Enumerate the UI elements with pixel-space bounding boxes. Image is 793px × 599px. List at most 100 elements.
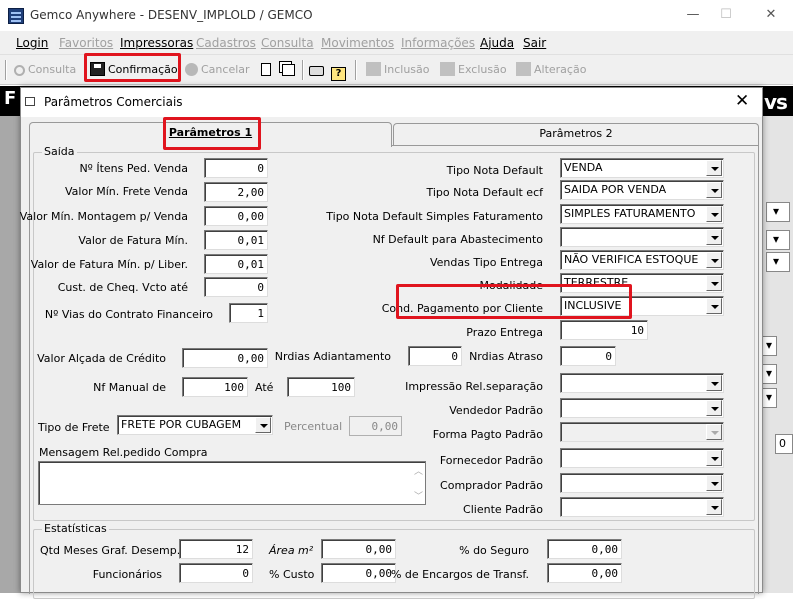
cond-pagamento-select[interactable]: INCLUSIVE [560,296,724,316]
funcionarios-input[interactable]: 0 [179,563,253,583]
ate-label: Até [255,381,274,394]
copy-button[interactable] [282,58,298,82]
modalidade-value: TERRESTRE [564,276,629,289]
save-icon [90,62,105,76]
comprador-padrao-select[interactable] [560,473,724,493]
vendas-tipo-entrega-select[interactable]: NÃO VERIFICA ESTOQUE [560,250,724,270]
tab-parametros-1[interactable]: Parâmetros 1 [29,122,392,147]
nrdias-adiantamento-input[interactable]: 0 [408,346,462,366]
background-field[interactable]: 0 [775,434,793,454]
chevron-down-icon [706,375,722,391]
valor-fatura-min-input[interactable]: 0,01 [204,230,268,250]
background-dropdown[interactable] [766,252,790,272]
impressao-rel-separacao-select[interactable] [560,373,724,393]
toolbar-separator [302,60,304,80]
dialog-close-icon[interactable]: ✕ [735,91,749,111]
maximize-button[interactable]: ☐ [711,4,741,26]
scroll-down-icon[interactable]: ﹀ [414,489,423,502]
percentual-input[interactable]: 0,00 [349,416,402,436]
fornecedor-padrao-select[interactable] [560,448,724,468]
itens-ped-venda-input[interactable]: 0 [204,158,268,178]
exclusao-button[interactable]: Exclusão [440,58,507,82]
minimize-button[interactable]: — [678,4,708,26]
vendedor-padrao-select[interactable] [560,398,724,418]
alteracao-button[interactable]: Alteração [516,58,586,82]
prazo-entrega-input[interactable]: 10 [560,320,648,340]
tab-parametros-1-label: Parâmetros 1 [168,126,253,139]
scroll-up-icon[interactable]: ︿ [414,464,423,477]
tipo-nota-default-value: VENDA [564,161,603,174]
chevron-down-icon [706,298,722,314]
tipo-nota-ecf-select[interactable]: SAIDA POR VENDA [560,180,724,200]
mensagem-rel-pedido-textarea[interactable]: ︿ ﹀ [38,461,426,505]
cancelar-button[interactable]: Cancelar [185,58,250,82]
inclusao-button[interactable]: Inclusão [366,58,430,82]
help-button[interactable]: ? [331,58,349,82]
fornecedor-padrao-label: Fornecedor Padrão [439,454,543,467]
nf-abastecimento-select[interactable] [560,227,724,247]
custo-label: % Custo [269,568,315,581]
menu-sair[interactable]: Sair [523,36,546,50]
confirmacao-button[interactable]: Confirmação [90,58,178,82]
menu-favoritos[interactable]: Favoritos [59,36,113,50]
add-record-icon [366,62,381,76]
nrdias-atraso-input[interactable]: 0 [560,346,616,366]
chevron-down-icon [706,400,722,416]
menu-login[interactable]: Login [16,36,48,50]
tipo-nota-ecf-label: Tipo Nota Default ecf [426,186,543,199]
toolbar: Consulta Confirmação Cancelar ? Inclusão… [0,55,793,85]
search-icon [14,65,25,76]
forma-pagto-padrao-label: Forma Pagto Padrão [432,428,543,441]
cliente-padrao-select[interactable] [560,497,724,517]
valor-min-montagem-input[interactable]: 0,00 [204,206,268,226]
menu-ajuda[interactable]: Ajuda [480,36,514,50]
tipo-nota-simples-select[interactable]: SIMPLES FATURAMENTO [560,204,724,224]
custo-input[interactable]: 0,00 [321,563,396,583]
valor-min-frete-input[interactable]: 2,00 [204,182,268,202]
mensagem-rel-pedido-label: Mensagem Rel.pedido Compra [39,446,208,459]
document-icon [261,63,271,76]
background-dropdown[interactable] [766,202,790,222]
modalidade-select[interactable]: TERRESTRE [560,273,724,293]
area-input[interactable]: 0,00 [321,539,396,559]
background-dropdown[interactable] [766,230,790,250]
toolbar-separator [355,60,357,80]
tab-parametros-2[interactable]: Parâmetros 2 [393,123,759,145]
tipo-nota-default-select[interactable]: VENDA [560,158,724,178]
close-window-button[interactable]: ✕ [756,4,786,26]
tipo-frete-select[interactable]: FRETE POR CUBAGEM [117,415,273,435]
cliente-padrao-label: Cliente Padrão [463,503,543,516]
qtd-meses-input[interactable]: 12 [179,539,253,559]
menu-impressoras[interactable]: Impressoras [120,36,193,50]
printer-icon [309,66,324,76]
funcionarios-label: Funcionários [92,568,162,581]
nf-abastecimento-label: Nf Default para Abastecimento [372,233,543,246]
background-header-text: F [4,88,17,109]
forma-pagto-padrao-select[interactable] [560,422,724,442]
chevron-down-icon [706,160,722,176]
delete-record-icon [440,62,455,76]
seguro-input[interactable]: 0,00 [547,539,622,559]
menu-cadastros[interactable]: Cadastros [196,36,256,50]
background-logo-text: vs [764,90,788,114]
print-button[interactable] [309,58,327,82]
nf-manual-from-input[interactable]: 100 [182,377,248,397]
new-document-button[interactable] [261,58,274,82]
consulta-button[interactable]: Consulta [14,58,76,82]
chevron-down-icon [255,417,271,433]
inclusao-label: Inclusão [384,63,430,76]
menu-consulta[interactable]: Consulta [261,36,314,50]
cancelar-label: Cancelar [201,63,250,76]
cust-cheq-vcto-input[interactable]: 0 [204,277,268,297]
encargos-transf-input[interactable]: 0,00 [547,563,622,583]
nf-manual-to-input[interactable]: 100 [287,377,355,397]
vias-contrato-input[interactable]: 1 [229,303,268,323]
chevron-down-icon [706,450,722,466]
menu-movimentos[interactable]: Movimentos [321,36,394,50]
valor-fatura-min-liber-input[interactable]: 0,01 [204,254,268,274]
valor-alcada-input[interactable]: 0,00 [182,348,268,368]
menu-informacoes[interactable]: Informações [401,36,475,50]
help-icon: ? [331,67,346,81]
nf-manual-label: Nf Manual de [93,381,166,394]
tipo-nota-ecf-value: SAIDA POR VENDA [564,183,667,196]
